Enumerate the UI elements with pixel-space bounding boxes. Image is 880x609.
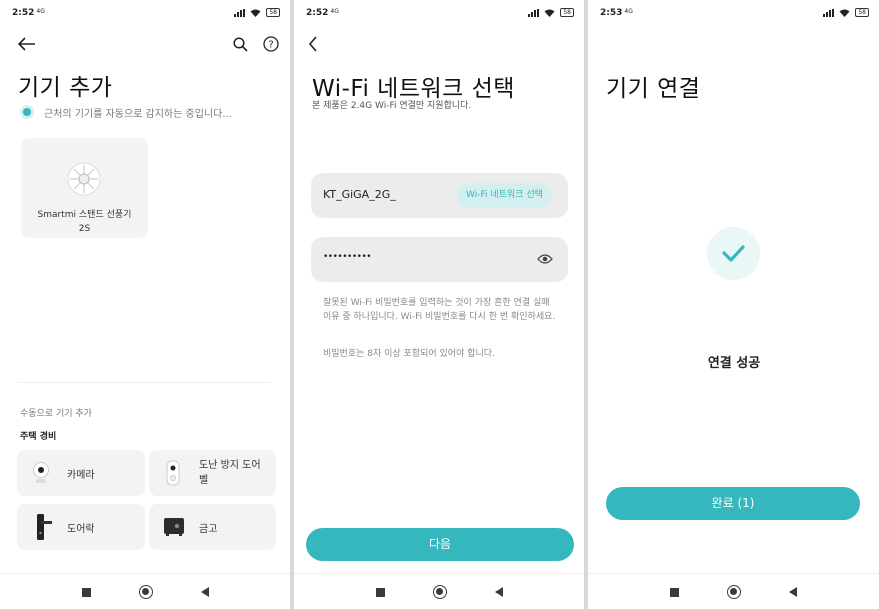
- signal-icon: [823, 8, 835, 17]
- wifi-icon: [250, 9, 261, 17]
- divider: [18, 382, 271, 383]
- recent-apps-icon[interactable]: [376, 588, 385, 597]
- ssid-field[interactable]: KT_GiGA_2G_ Wi-Fi 네트워크 선택: [311, 173, 568, 218]
- device-option-door-lock[interactable]: 도어락: [17, 504, 145, 550]
- show-password-icon[interactable]: [537, 253, 553, 265]
- battery-icon: 58: [560, 8, 574, 17]
- password-value: ••••••••••: [323, 252, 372, 262]
- doorbell-icon: [166, 460, 180, 486]
- wifi-icon: [839, 9, 850, 17]
- wifi-icon: [544, 9, 555, 17]
- device-option-label: 카메라: [67, 470, 95, 481]
- fan-icon: [67, 162, 101, 196]
- recent-apps-icon[interactable]: [82, 588, 91, 597]
- device-option-safe[interactable]: 금고: [149, 504, 276, 550]
- page-title: 기기 추가: [18, 75, 113, 101]
- camera-icon: [33, 462, 49, 483]
- status-time: 2:52: [306, 8, 329, 18]
- found-device-card[interactable]: Smartmi 스탠드 선풍기 2S: [21, 138, 148, 238]
- signal-icon: [234, 8, 246, 17]
- recent-apps-icon[interactable]: [670, 588, 679, 597]
- status-time: 2:53: [600, 8, 623, 18]
- device-option-label: 금고: [199, 524, 218, 535]
- category-label: 주택 경비: [20, 432, 57, 442]
- network-type: 4G: [330, 8, 339, 15]
- battery-icon: 58: [855, 8, 869, 17]
- manual-add-label: 수동으로 기기 추가: [20, 409, 92, 419]
- next-button[interactable]: 다음: [306, 528, 574, 561]
- found-device-name: Smartmi 스탠드 선풍기 2S: [37, 210, 132, 234]
- ssid-value: KT_GiGA_2G_: [323, 188, 396, 201]
- scanning-indicator-icon: [23, 108, 31, 116]
- network-type: 4G: [624, 8, 633, 15]
- done-button[interactable]: 완료 (1): [606, 487, 860, 520]
- back-icon[interactable]: [201, 587, 209, 597]
- home-icon[interactable]: [433, 585, 447, 599]
- back-arrow-icon[interactable]: [18, 37, 36, 51]
- subtitle: 본 제품은 2.4G Wi-Fi 연결만 지원합니다.: [312, 101, 472, 111]
- nav-bar: [294, 573, 584, 609]
- battery-icon: 58: [266, 8, 280, 17]
- password-length-hint: 비밀번호는 8자 이상 포함되어 있어야 합니다.: [323, 349, 495, 359]
- home-icon[interactable]: [727, 585, 741, 599]
- door-lock-icon: [37, 514, 52, 540]
- device-option-doorbell[interactable]: 도난 방지 도어벨: [149, 450, 276, 496]
- back-icon[interactable]: [789, 587, 797, 597]
- status-time: 2:52: [12, 8, 35, 18]
- select-network-button[interactable]: Wi-Fi 네트워크 선택: [457, 183, 552, 208]
- status-bar: 2:53 4G 58: [588, 0, 879, 26]
- device-option-label: 도어락: [67, 524, 95, 535]
- nav-bar: [0, 573, 290, 609]
- device-option-camera[interactable]: 카메라: [17, 450, 145, 496]
- page-title: 기기 연결: [606, 76, 701, 102]
- safe-icon: [164, 518, 184, 536]
- nav-bar: [588, 573, 879, 609]
- success-text: 연결 성공: [707, 356, 761, 371]
- wifi-select-screen: 2:52 4G 58 Wi-Fi 네트워크 선택 본 제품은 2.4G Wi-Fi…: [294, 0, 585, 609]
- password-field[interactable]: ••••••••••: [311, 237, 568, 282]
- back-icon[interactable]: [495, 587, 503, 597]
- help-icon[interactable]: ?: [263, 36, 279, 52]
- svg-text:?: ?: [268, 40, 273, 51]
- success-check-icon: [707, 227, 760, 280]
- device-option-label: 도난 방지 도어벨: [199, 460, 261, 486]
- password-hint: 잘못된 Wi-Fi 비밀번호를 입력하는 것이 가장 흔한 연결 실패 이유 중…: [323, 298, 556, 322]
- device-connect-screen: 2:53 4G 58 기기 연결 연결 성공 완료 (1): [588, 0, 880, 609]
- network-type: 4G: [36, 8, 45, 15]
- back-chevron-icon[interactable]: [308, 36, 318, 52]
- add-device-screen: 2:52 4G 58 ? 기기 추가 근처의 기기를 자동으로 감지하는 중입니다…: [0, 0, 291, 609]
- home-icon[interactable]: [139, 585, 153, 599]
- status-bar: 2:52 4G 58: [0, 0, 290, 26]
- status-bar: 2:52 4G 58: [294, 0, 584, 26]
- signal-icon: [528, 8, 540, 17]
- search-icon[interactable]: [233, 37, 248, 52]
- scanning-text: 근처의 기기를 자동으로 감지하는 중입니다...: [44, 109, 232, 120]
